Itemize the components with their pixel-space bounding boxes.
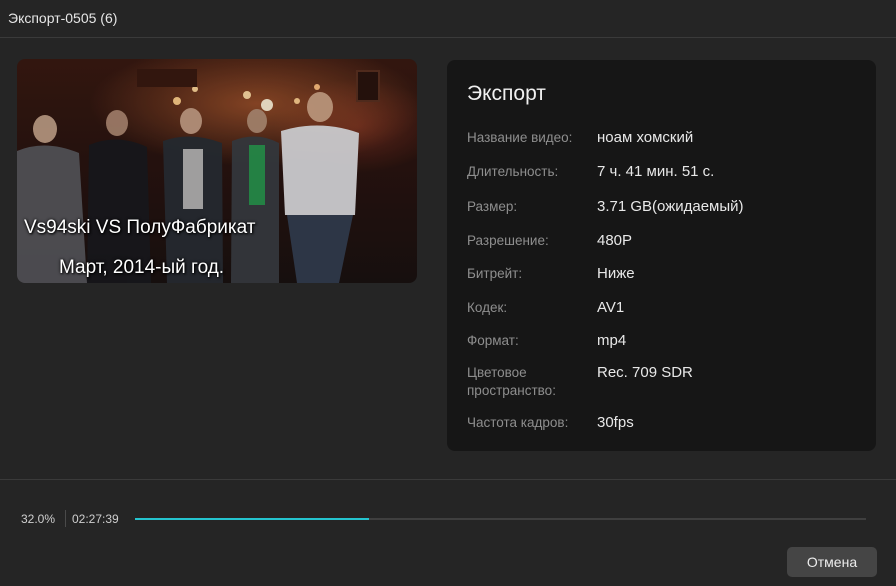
info-label: Название видео:	[467, 130, 573, 145]
window-title: Экспорт-0505 (6)	[8, 10, 118, 26]
info-label: Битрейт:	[467, 266, 523, 281]
info-label: Разрешение:	[467, 233, 549, 248]
info-value: AV1	[597, 299, 625, 316]
title-bar: Экспорт-0505 (6)	[0, 0, 896, 38]
info-value: 30fps	[597, 414, 634, 431]
progress-percent: 32.0%	[21, 512, 56, 526]
info-value: 3.71 GB(ожидаемый)	[597, 198, 744, 215]
preview-caption-title: Vs94ski VS ПолуФабрикат	[24, 217, 256, 238]
info-value: mp4	[597, 332, 627, 349]
info-value: 7 ч. 41 мин. 51 с.	[597, 163, 715, 180]
progress-bar	[135, 518, 866, 520]
progress-elapsed-time: 02:27:39	[72, 512, 119, 526]
footer-divider	[0, 479, 896, 480]
info-label: Формат:	[467, 333, 519, 348]
progress-separator	[65, 510, 66, 527]
preview-frame-art	[17, 59, 417, 283]
info-label: Частота кадров:	[467, 415, 569, 430]
info-label: Длительность:	[467, 164, 559, 179]
progress-bar-fill	[135, 518, 369, 520]
info-label: Кодек:	[467, 300, 508, 315]
info-value: ноам хомский	[597, 129, 694, 146]
info-label: Цветовое пространство:	[467, 365, 556, 398]
info-value: Ниже	[597, 265, 635, 282]
info-value: 480P	[597, 232, 633, 249]
info-value: Rec. 709 SDR	[597, 364, 693, 381]
video-preview: Vs94ski VS ПолуФабрикат Март, 2014-ый го…	[17, 59, 417, 283]
export-heading: Экспорт	[467, 82, 546, 105]
cancel-button[interactable]: Отмена	[787, 547, 877, 577]
preview-caption-date: Март, 2014-ый год.	[59, 257, 225, 278]
info-label: Размер:	[467, 199, 518, 214]
export-info-panel: Экспорт Название видео: ноам хомский Дли…	[447, 60, 876, 451]
